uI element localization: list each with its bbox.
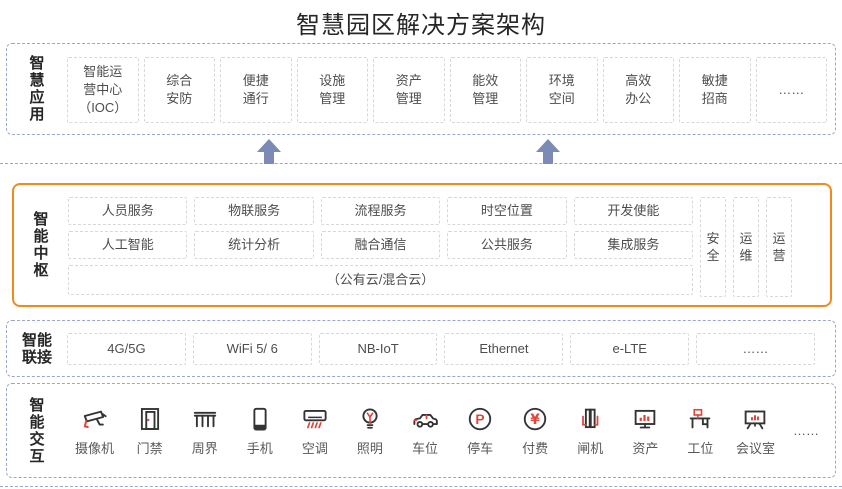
device-label: 工位 <box>687 438 713 457</box>
connect-box-nbiot: NB-IoT <box>319 333 438 365</box>
connect-box-more: …… <box>696 333 815 365</box>
asset-monitor-icon <box>630 404 660 434</box>
app-box-environment: 环境 空间 <box>526 57 598 123</box>
device-label: 空调 <box>302 438 328 457</box>
layer-smart-applications: 智 慧 应 用 智能运 营中心 （IOC） 综合 安防 便捷 通行 设施 管理 … <box>6 43 836 135</box>
layer-label-smart-hub: 智 能 中 枢 <box>14 185 68 305</box>
gate-machine-icon <box>575 404 605 434</box>
hub-service-row-1: 人员服务 物联服务 流程服务 时空位置 开发使能 <box>68 197 693 225</box>
pillar-operation: 运 营 <box>766 197 792 297</box>
layer-label-smart-connectivity: 智能 联接 <box>7 321 67 376</box>
service-box-ai: 人工智能 <box>68 231 187 259</box>
devices-more-ellipsis: …… <box>783 423 829 438</box>
layer-smart-interaction: 智 能 交 互 摄像机 门禁 <box>6 383 836 478</box>
app-box-asset: 资产 管理 <box>373 57 445 123</box>
service-box-statistics: 统计分析 <box>194 231 313 259</box>
service-box-process: 流程服务 <box>321 197 440 225</box>
cctv-camera-icon <box>80 404 110 434</box>
device-label: 车位 <box>412 438 438 457</box>
door-access-icon <box>135 404 165 434</box>
device-air-conditioner: 空调 <box>287 404 342 457</box>
dashed-separator-bottom <box>0 486 842 487</box>
service-box-public: 公共服务 <box>447 231 566 259</box>
device-label: 停车 <box>467 438 493 457</box>
connect-box-wifi: WiFi 5/ 6 <box>193 333 312 365</box>
pillar-security: 安 全 <box>700 197 726 297</box>
device-parking-space: 车位 <box>397 404 452 457</box>
hub-pillars: 安 全 运 维 运 营 <box>700 185 792 305</box>
device-meeting-room: 会议室 <box>728 404 783 457</box>
service-box-personnel: 人员服务 <box>68 197 187 225</box>
connectivity-box-row: 4G/5G WiFi 5/ 6 NB-IoT Ethernet e-LTE …… <box>67 321 835 376</box>
app-box-security: 综合 安防 <box>144 57 216 123</box>
device-parking: P 停车 <box>453 404 508 457</box>
up-arrow-icon <box>257 139 281 164</box>
device-lighting: 照明 <box>342 404 397 457</box>
device-label: 门禁 <box>137 438 163 457</box>
mobile-phone-icon <box>245 404 275 434</box>
app-box-ioc: 智能运 营中心 （IOC） <box>67 57 139 123</box>
device-perimeter: 周界 <box>177 404 232 457</box>
hub-service-row-2: 人工智能 统计分析 融合通信 公共服务 集成服务 <box>68 231 693 259</box>
app-box-office: 高效 办公 <box>603 57 675 123</box>
app-box-energy: 能效 管理 <box>450 57 522 123</box>
cloud-box: （公有云/混合云） <box>68 265 693 295</box>
device-label: 照明 <box>357 438 383 457</box>
dashed-separator-top <box>0 163 842 164</box>
workstation-desk-icon <box>685 404 715 434</box>
app-box-facility: 设施 管理 <box>297 57 369 123</box>
device-door-access: 门禁 <box>122 404 177 457</box>
device-workstation: 工位 <box>673 404 728 457</box>
svg-text:¥: ¥ <box>530 412 540 428</box>
up-arrow-icon <box>536 139 560 164</box>
device-payment: ¥ 付费 <box>508 404 563 457</box>
service-box-spacetime: 时空位置 <box>447 197 566 225</box>
layer-label-smart-interaction: 智 能 交 互 <box>7 384 67 477</box>
parking-icon: P <box>465 404 495 434</box>
service-box-communication: 融合通信 <box>321 231 440 259</box>
layer-smart-hub: 智 能 中 枢 人员服务 物联服务 流程服务 时空位置 开发使能 人工智能 统计… <box>12 183 832 307</box>
service-box-iot: 物联服务 <box>194 197 313 225</box>
pillar-ops-maintenance: 运 维 <box>733 197 759 297</box>
device-label: 闸机 <box>577 438 603 457</box>
connect-box-4g5g: 4G/5G <box>67 333 186 365</box>
device-asset: 资产 <box>618 404 673 457</box>
apps-box-row: 智能运 营中心 （IOC） 综合 安防 便捷 通行 设施 管理 资产 管理 能效… <box>67 44 835 134</box>
payment-yuan-icon: ¥ <box>520 404 550 434</box>
svg-text:P: P <box>475 412 484 427</box>
app-box-leasing: 敏捷 招商 <box>679 57 751 123</box>
device-row: 摄像机 门禁 周界 <box>67 384 835 477</box>
meeting-room-board-icon <box>740 404 770 434</box>
device-label: 付费 <box>522 438 548 457</box>
air-conditioner-icon <box>300 404 330 434</box>
car-icon <box>410 404 440 434</box>
perimeter-fence-icon <box>190 404 220 434</box>
app-box-more: …… <box>756 57 828 123</box>
page-title: 智慧园区解决方案架构 <box>0 5 842 40</box>
app-box-access: 便捷 通行 <box>220 57 292 123</box>
connect-box-elte: e-LTE <box>570 333 689 365</box>
device-label: 资产 <box>632 438 658 457</box>
device-phone: 手机 <box>232 404 287 457</box>
device-gate: 闸机 <box>563 404 618 457</box>
layer-smart-connectivity: 智能 联接 4G/5G WiFi 5/ 6 NB-IoT Ethernet e-… <box>6 320 836 377</box>
device-label: 会议室 <box>736 438 775 457</box>
service-box-enablement: 开发使能 <box>574 197 693 225</box>
device-label: 摄像机 <box>75 438 114 457</box>
device-camera: 摄像机 <box>67 404 122 457</box>
light-bulb-icon <box>355 404 385 434</box>
layer-label-smart-applications: 智 慧 应 用 <box>7 44 67 134</box>
hub-services: 人员服务 物联服务 流程服务 时空位置 开发使能 人工智能 统计分析 融合通信 … <box>68 185 693 305</box>
service-box-integration: 集成服务 <box>574 231 693 259</box>
device-label: 手机 <box>247 438 273 457</box>
connect-box-ethernet: Ethernet <box>444 333 563 365</box>
device-label: 周界 <box>192 438 218 457</box>
